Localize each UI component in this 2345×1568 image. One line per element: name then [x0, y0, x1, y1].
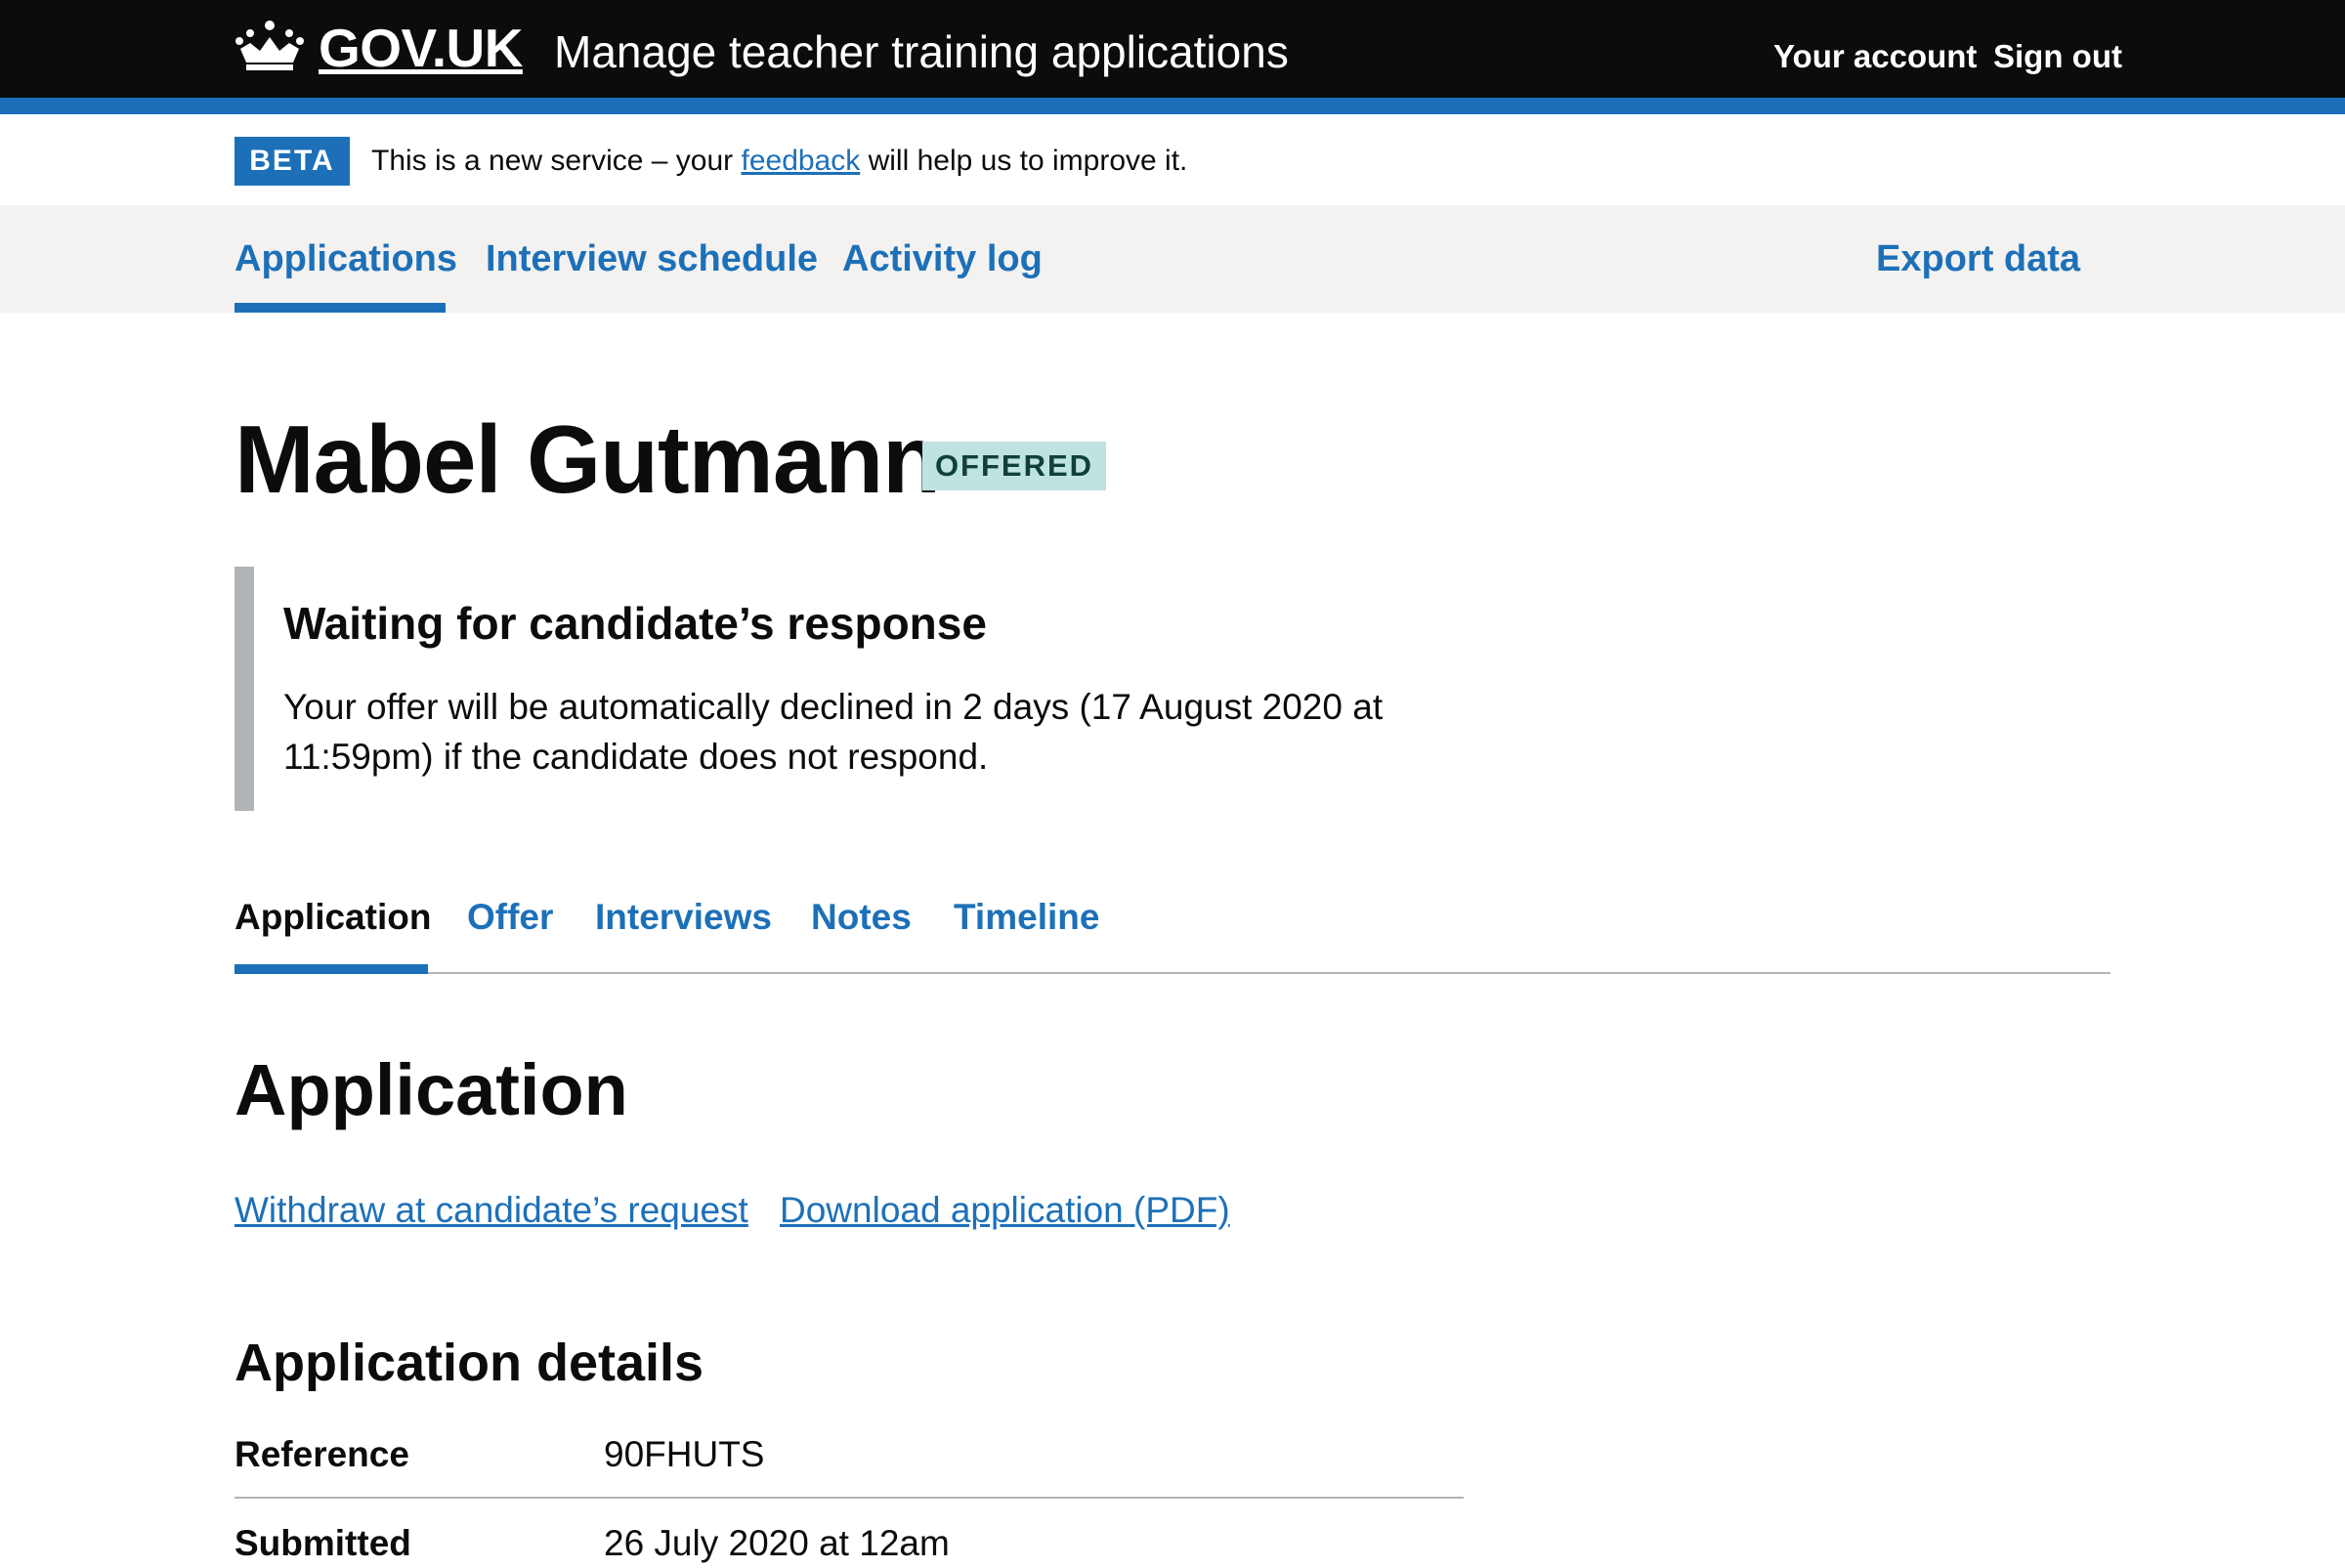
nav-applications[interactable]: Applications [234, 234, 457, 283]
tab-timeline[interactable]: Timeline [954, 893, 1099, 942]
section-title: Application [234, 1049, 628, 1130]
feedback-link[interactable]: feedback [741, 145, 860, 177]
beta-tag: BETA [234, 137, 350, 186]
beta-text-before: This is a new service – your [371, 145, 742, 177]
crown-icon [235, 21, 304, 70]
withdraw-link[interactable]: Withdraw at candidate’s request [234, 1186, 748, 1235]
tab-notes[interactable]: Notes [811, 893, 912, 942]
candidate-name-heading: Mabel Gutmann [234, 405, 941, 513]
beta-banner-text: This is a new service – your feedback wi… [371, 141, 1187, 182]
status-badge: OFFERED [922, 442, 1106, 490]
submitted-key: Submitted [234, 1523, 411, 1563]
tabs-divider [234, 972, 2110, 974]
reference-key: Reference [234, 1434, 409, 1474]
reference-value: 90FHUTS [604, 1434, 765, 1474]
inset-border [234, 567, 254, 811]
submitted-value: 26 July 2020 at 12am [604, 1523, 950, 1563]
your-account-link[interactable]: Your account [1773, 35, 1977, 78]
nav-export-data[interactable]: Export data [1876, 234, 2080, 283]
beta-text-after: will help us to improve it. [860, 145, 1188, 177]
inset-body: Your offer will be automatically decline… [283, 687, 1384, 777]
govuk-logo-link[interactable]: GOV.UK [319, 14, 523, 82]
nav-interview-schedule[interactable]: Interview schedule [486, 234, 818, 283]
tab-interviews[interactable]: Interviews [595, 893, 772, 942]
nav-current-indicator [234, 303, 446, 313]
site-header: GOV.UK Manage teacher training applicati… [0, 0, 2345, 98]
inset-title: Waiting for candidate’s response [283, 598, 987, 649]
tab-current-indicator [234, 964, 428, 974]
download-pdf-link[interactable]: Download application (PDF) [780, 1186, 1230, 1235]
service-name-link[interactable]: Manage teacher training applications [554, 23, 1289, 80]
tab-application[interactable]: Application [234, 893, 431, 942]
tab-offer[interactable]: Offer [467, 893, 553, 942]
row-divider [234, 1497, 1464, 1499]
sign-out-link[interactable]: Sign out [1993, 35, 2122, 78]
details-title: Application details [234, 1334, 704, 1392]
nav-activity-log[interactable]: Activity log [842, 234, 1043, 283]
header-stripe [0, 98, 2345, 114]
